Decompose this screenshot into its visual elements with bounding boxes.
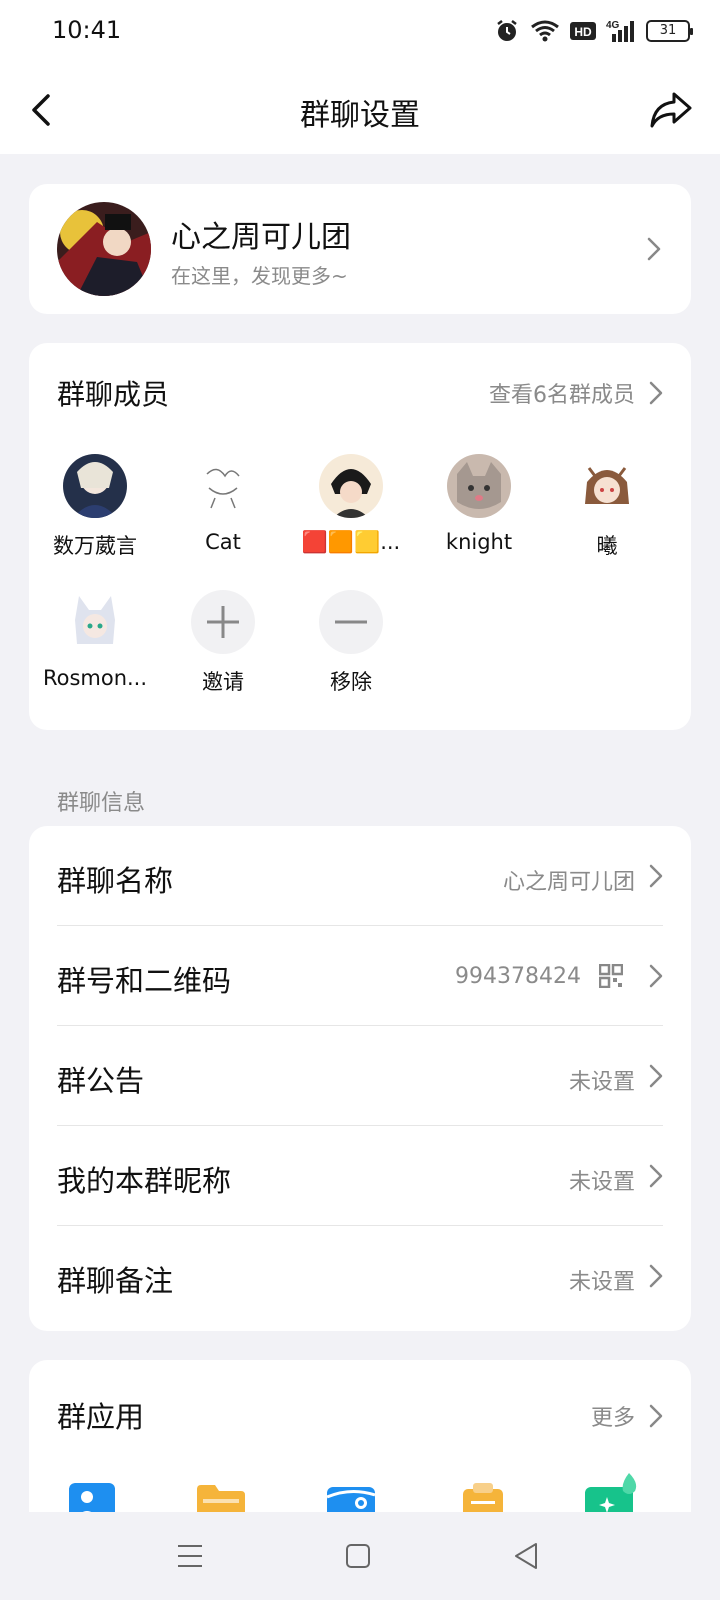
minus-icon [319,590,383,654]
members-title: 群聊成员 [57,378,170,411]
page-title: 群聊设置 [300,98,420,133]
chevron-right-icon [649,1164,663,1188]
home-icon[interactable] [338,1536,378,1576]
row-label: 群号和二维码 [57,964,232,998]
member-avatar [447,454,511,518]
chevron-right-icon [649,1064,663,1088]
remove-label: 移除 [330,670,372,694]
apps-title: 群应用 [57,1400,145,1434]
battery-icon: 31 [646,20,693,42]
member-avatar [575,454,639,518]
chevron-right-icon [649,1264,663,1288]
hd-icon: HD [570,22,596,40]
group-info-card: 群聊名称 心之周可儿团 群号和二维码 994378424 群公告 未设置 我的本… [29,826,691,1331]
chevron-right-icon [647,237,661,261]
svg-text:HD: HD [574,25,592,39]
member-name: 🟥🟧🟨... [301,530,401,554]
status-icons: HD 4G 31 [494,18,693,44]
member-item[interactable]: Cat [163,454,283,554]
alarm-icon [497,20,517,41]
row-group-remark[interactable]: 群聊备注 未设置 [29,1226,691,1326]
row-value: 心之周可儿团 [502,870,635,895]
group-avatar [57,202,151,296]
remove-member-button[interactable]: 移除 [291,590,411,696]
chevron-right-icon [649,381,663,405]
system-nav-bar [0,1512,720,1600]
member-item[interactable]: knight [419,454,539,554]
row-group-number-qr[interactable]: 群号和二维码 994378424 [29,926,691,1026]
chevron-right-icon [649,1404,663,1428]
plus-icon [191,590,255,654]
members-card: 群聊成员 查看6名群成员 数万葳言 Cat 🟥🟧🟨... knight 曦 Ro… [29,343,691,730]
member-item[interactable]: 曦 [547,454,667,560]
row-label: 群聊备注 [57,1264,174,1298]
group-subtitle: 在这里，发现更多~ [171,264,348,288]
row-value: 未设置 [568,1170,635,1195]
member-avatar [191,454,255,518]
member-name: Rosmon... [42,666,148,690]
invite-member-button[interactable]: 邀请 [163,590,283,696]
wifi-icon [531,20,559,42]
invite-label: 邀请 [202,670,244,694]
share-icon[interactable] [646,86,694,134]
group-profile-card[interactable]: 心之周可儿团 在这里，发现更多~ [29,184,691,314]
member-avatar [63,454,127,518]
back-nav-icon[interactable] [506,1536,546,1576]
member-item[interactable]: 🟥🟧🟨... [291,454,411,555]
member-avatar [319,454,383,518]
svg-text:4G: 4G [606,20,620,31]
chevron-right-icon [649,964,663,988]
view-members-link[interactable]: 查看6名群成员 [489,377,635,409]
top-bar: 群聊设置 [0,64,720,154]
row-label: 群聊名称 [57,864,174,898]
status-bar: 10:41 HD 4G 31 [0,0,720,64]
row-label: 群公告 [57,1064,145,1098]
member-name: 数万葳言 [53,534,137,558]
cell-signal-icon: 4G [606,20,634,42]
menu-icon[interactable] [170,1536,210,1576]
row-value: 994378424 [455,964,581,989]
qr-code-icon [599,964,623,988]
row-value: 未设置 [568,1070,635,1095]
status-time: 10:41 [52,16,122,44]
member-avatar [63,590,127,654]
row-group-name[interactable]: 群聊名称 心之周可儿团 [29,826,691,926]
row-label: 我的本群昵称 [57,1164,232,1198]
member-item[interactable]: 数万葳言 [35,454,155,560]
group-name: 心之周可儿团 [171,220,351,255]
member-name: Cat [205,530,241,554]
row-group-announcement[interactable]: 群公告 未设置 [29,1026,691,1126]
member-name: 曦 [596,534,618,558]
row-my-nickname[interactable]: 我的本群昵称 未设置 [29,1126,691,1226]
member-name: knight [445,530,513,554]
chevron-right-icon [649,864,663,888]
member-item[interactable]: Rosmon... [35,590,155,690]
row-value: 未设置 [568,1270,635,1295]
apps-more-link[interactable]: 更多 [591,1400,635,1432]
section-title-group-info: 群聊信息 [57,791,146,816]
